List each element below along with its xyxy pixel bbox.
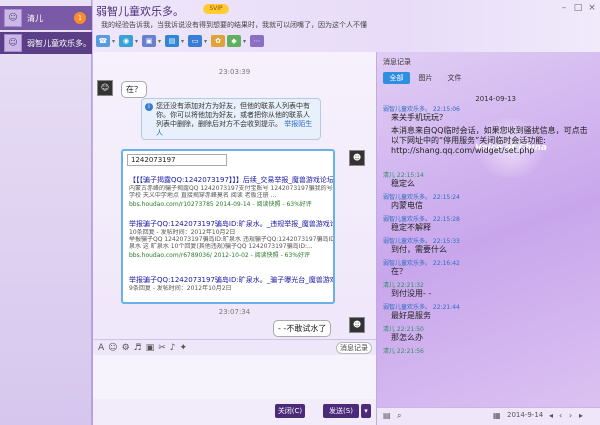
vip-badge: SVIP	[203, 4, 229, 14]
contact-name: 清儿	[27, 13, 43, 23]
tab-all[interactable]: 全部	[383, 72, 410, 84]
shake-icon[interactable]: ⚙	[122, 343, 130, 353]
video-call-icon[interactable]: ◉	[119, 35, 133, 47]
signature-text: 我的经验告诉我，当我诉说没有得到想要的结果时，我就可以闭嘴了，因为这个人不懂	[101, 21, 367, 29]
calendar-icon[interactable]: ▦	[493, 411, 501, 420]
stranger-warning: i 您还没有添加对方为好友，但他的联系人列表中有你。你可以将他加为好友，或者把你…	[141, 98, 321, 140]
font-icon[interactable]: A	[98, 343, 104, 353]
info-icon: i	[145, 103, 153, 111]
history-tabs: 全部 图片 文件	[383, 72, 468, 84]
contact-item-qinger[interactable]: ☺ 清儿 1	[0, 6, 92, 30]
tab-images[interactable]: 图片	[412, 72, 439, 84]
send-button[interactable]: 发送(S)	[323, 404, 359, 418]
next-icon[interactable]: ›	[569, 411, 572, 420]
history-message: 弱智儿童欢乐多。 22:16:42 在？	[383, 260, 460, 276]
timestamp: 23:07:34	[218, 308, 251, 316]
input-toolbar: A ☺ ⚙ ♬ ▣ ✂ ♪ ✦ 消息记录	[93, 339, 376, 355]
send-options-icon[interactable]: ▾	[361, 404, 371, 418]
screenshot-image[interactable]: 1242073197 【【【骗子揭露QQ:1242073197】】】后续_交易举…	[121, 149, 335, 304]
message-bubble: 在？	[121, 81, 147, 98]
footer-date: 2014-9-14	[507, 411, 544, 419]
history-panel: 消息记录 全部 图片 文件 Voice of China 2014-09-13 …	[376, 52, 600, 425]
history-message: 本消息来自QQ临时会话，如果您收到骚扰信息，可点击以下网址中的“停用服务”关闭临…	[391, 126, 588, 155]
close-button[interactable]: 关闭(C)	[275, 404, 305, 418]
search-icon[interactable]: ⌕	[397, 411, 401, 421]
send-file-icon[interactable]: ▤	[165, 35, 179, 47]
more-icon[interactable]: ⋯	[250, 35, 264, 47]
chat-messages: 23:03:39 ☺ 在？ i 您还没有添加对方为好友，但他的联系人列表中有你。…	[93, 52, 376, 339]
timestamp: 23:03:39	[218, 68, 251, 76]
history-title: 消息记录	[383, 58, 411, 66]
message-input[interactable]	[93, 355, 376, 399]
search-result: 【【【骗子揭露QQ:1242073197】】】后续_交易举报_魔兽游戏论坛 内蒙…	[129, 176, 334, 208]
chevron-down-icon[interactable]: ▾	[158, 38, 163, 45]
contact-name: 弱智儿童欢乐多。	[27, 38, 91, 48]
history-message: 弱智儿童欢乐多。 22:21:44 最好是服务	[383, 304, 460, 320]
game-icon[interactable]: ◆	[227, 35, 241, 47]
chevron-down-icon[interactable]: ▾	[112, 38, 117, 45]
history-message: 弱智儿童欢乐多。 22:15:28 稳定不解释	[383, 216, 460, 232]
history-message: 清儿 22:15:14 稳定么	[383, 172, 424, 188]
chat-toolbar: ☎ ▾ ◉ ▾ ▣ ▾ ▤ ▾ ▭ ▾ ✿ ◆ ▾ ⋯	[96, 34, 264, 48]
voice-call-icon[interactable]: ☎	[96, 35, 110, 47]
history-message: 清儿 22:21:50 那怎么办	[383, 326, 424, 342]
unread-badge: 1	[74, 12, 86, 24]
chevron-down-icon[interactable]: ▾	[135, 38, 140, 45]
history-message: 清儿 22:21:56	[383, 348, 424, 355]
avatar: ☺	[4, 34, 22, 52]
chevron-down-icon[interactable]: ▾	[204, 38, 209, 45]
prev-page-icon[interactable]: ◂	[549, 411, 553, 420]
gift-icon[interactable]: ✦	[180, 343, 188, 353]
avatar: ☺	[4, 9, 22, 27]
history-message: 弱智儿童欢乐多。 22:15:06 来关手机玩玩？	[383, 106, 460, 122]
message-bubble: - -不敢试水了	[273, 320, 332, 337]
prev-icon[interactable]: ‹	[559, 411, 562, 420]
music-icon[interactable]: ♪	[170, 343, 176, 353]
apps-icon[interactable]: ✿	[211, 35, 225, 47]
contact-item-current[interactable]: ☺ 弱智儿童欢乐多。	[0, 32, 92, 54]
button-bar: 关闭(C) 发送(S) ▾	[93, 399, 376, 425]
share-screen-icon[interactable]: ▭	[188, 35, 202, 47]
voice-message-icon[interactable]: ♬	[134, 343, 142, 353]
search-result: 举报骗子QQ:1242073197骗岛ID:旷泉水。_骗子曝光台_魔兽游戏论坛 …	[129, 276, 334, 292]
chevron-down-icon[interactable]: ▾	[181, 38, 186, 45]
chat-header: 弱智儿童欢乐多。 SVIP 我的经验告诉我，当我诉说没有得到想要的结果时，我就可…	[93, 0, 600, 52]
history-date: 2014-09-13	[475, 95, 516, 103]
avatar: ☺	[97, 80, 113, 96]
view-mode-icon[interactable]: ▤	[383, 411, 391, 420]
chevron-down-icon[interactable]: ▾	[243, 38, 248, 45]
minimize-icon[interactable]: –	[559, 3, 569, 13]
search-query: 1242073197	[127, 154, 227, 166]
next-page-icon[interactable]: ▸	[579, 411, 583, 420]
history-message: 弱智儿童欢乐多。 22:15:24 内蒙电信	[383, 194, 460, 210]
send-image-icon[interactable]: ▣	[146, 343, 155, 353]
tab-files[interactable]: 文件	[441, 72, 468, 84]
remote-assist-icon[interactable]: ▣	[142, 35, 156, 47]
screenshot-icon[interactable]: ✂	[158, 343, 166, 353]
close-icon[interactable]: ×	[587, 3, 597, 13]
history-message: 弱智儿童欢乐多。 22:15:33 到付，需要什么	[383, 238, 460, 254]
chat-title[interactable]: 弱智儿童欢乐多。	[96, 3, 184, 19]
my-avatar: ☻	[349, 150, 365, 166]
message-history-button[interactable]: 消息记录	[336, 342, 372, 354]
history-footer: ▤ ⌕ ▦ 2014-9-14 ◂ ‹ › ▸	[377, 407, 600, 425]
history-message: 清儿 22:21:32 到付没用- -	[383, 282, 432, 298]
emoji-icon[interactable]: ☺	[108, 343, 117, 353]
maximize-icon[interactable]: □	[573, 3, 583, 13]
search-result: 举报骗子QQ:1242073197骗岛ID:旷泉水。_违规举报_魔兽游戏论坛 1…	[129, 220, 334, 259]
my-avatar: ☻	[349, 317, 365, 333]
contact-list: ☺ 清儿 1 ☺ 弱智儿童欢乐多。	[0, 0, 92, 425]
